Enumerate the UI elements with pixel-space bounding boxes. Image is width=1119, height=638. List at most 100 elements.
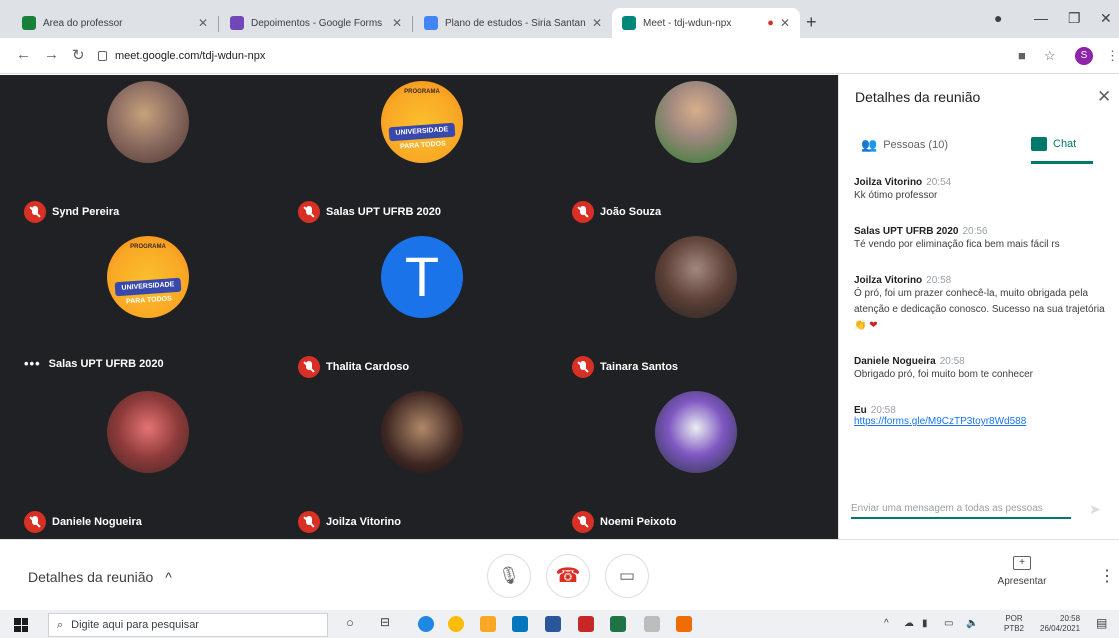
recording-icon: ● <box>767 17 774 29</box>
maximize-icon[interactable]: ❐ <box>1068 10 1081 27</box>
participant-initial-avatar: T <box>381 236 463 318</box>
logo-text: PROGRAMA <box>130 244 166 250</box>
participant-tile[interactable]: PROGRAMA UNIVERSIDADE PARA TODOS ••• Sal… <box>12 230 272 382</box>
cast-icon[interactable]: ■ <box>1018 48 1026 63</box>
forward-icon[interactable]: → <box>44 46 59 63</box>
message-time: 20:58 <box>926 275 952 286</box>
star-icon[interactable]: ☆ <box>1044 48 1056 64</box>
language-indicator[interactable]: POR PTB2 <box>1004 614 1024 634</box>
meet-icon <box>622 16 636 30</box>
edge-icon[interactable] <box>418 616 434 632</box>
file-explorer-icon[interactable] <box>480 616 496 632</box>
battery-icon[interactable]: ▭ <box>944 618 953 629</box>
meeting-details-label: Detalhes da reunião <box>28 569 154 585</box>
close-window-icon[interactable]: ✕ <box>1100 10 1112 27</box>
profile-dot-icon[interactable]: ● <box>994 10 1002 26</box>
participant-tile[interactable]: Daniele Nogueira <box>12 385 272 537</box>
close-tab-icon[interactable]: ✕ <box>780 16 790 30</box>
forms-icon <box>230 16 244 30</box>
muted-mic-icon <box>298 511 320 533</box>
participant-photo: PROGRAMA UNIVERSIDADE PARA TODOS <box>107 236 189 318</box>
message-time: 20:56 <box>962 226 988 237</box>
minimize-icon[interactable]: — <box>1034 10 1048 26</box>
chat-message: Salas UPT UFRB 2020 20:56 Té vendo por el… <box>854 226 1106 253</box>
participant-photo <box>107 81 189 163</box>
word-icon[interactable] <box>545 616 561 632</box>
app-icon[interactable] <box>644 616 660 632</box>
paint-icon[interactable] <box>676 616 692 632</box>
mail-icon[interactable] <box>512 616 528 632</box>
reload-icon[interactable]: ↻ <box>72 46 85 64</box>
participant-tile[interactable]: Joilza Vitorino <box>286 385 546 537</box>
present-label: Apresentar <box>997 576 1047 587</box>
browser-tab-bar: Área do professor ✕ Depoimentos - Google… <box>0 0 1119 38</box>
address-bar: ← → ↻ meet.google.com/tdj-wdun-npx ■ ☆ S… <box>0 38 1119 74</box>
menu-icon[interactable]: ⋮ <box>1106 48 1119 64</box>
tab-title: Área do professor <box>43 17 123 29</box>
participant-tile[interactable]: Noemi Peixoto <box>560 385 820 537</box>
participant-name: Synd Pereira <box>52 206 120 218</box>
participant-tile[interactable]: Synd Pereira <box>12 75 272 227</box>
hang-up-button[interactable]: ☎ <box>546 554 590 598</box>
os-taskbar: ⌕ Digite aqui para pesquisar ○ ⊟ ^ ☁ ▮ ▭… <box>0 610 1119 638</box>
message-link[interactable]: https://forms.gle/M9CzTP3toyr8Wd588 <box>854 416 1106 427</box>
send-icon[interactable]: ➤ <box>1089 501 1101 518</box>
microphone-button[interactable]: 🎙 <box>487 554 531 598</box>
chat-messages: Joilza Vitorino 20:54 Kk ótimo professor … <box>854 177 1106 467</box>
close-tab-icon[interactable]: ✕ <box>392 16 402 30</box>
excel-icon[interactable] <box>610 616 626 632</box>
profile-avatar[interactable]: S <box>1075 47 1093 65</box>
chrome-icon[interactable] <box>448 616 464 632</box>
participant-photo <box>655 81 737 163</box>
participant-tile[interactable]: Tainara Santos <box>560 230 820 382</box>
tab-plano-de-estudos[interactable]: Plano de estudos - Siria Santana ✕ <box>414 8 612 38</box>
logo-text: PROGRAMA <box>404 89 440 95</box>
volume-icon[interactable]: 🔈 <box>966 618 978 629</box>
call-controls-bar: Detalhes da reunião ^ 🎙 ☎ ▭ + Apresentar… <box>0 539 1119 610</box>
keyboard-layout: PTB2 <box>1004 624 1025 633</box>
muted-mic-icon <box>24 201 46 223</box>
tab-chat-label: Chat <box>1053 138 1077 150</box>
muted-mic-icon <box>298 356 320 378</box>
system-clock[interactable]: 20:58 26/04/2021 <box>1040 614 1080 634</box>
muted-mic-icon <box>572 201 594 223</box>
close-tab-icon[interactable]: ✕ <box>592 16 602 30</box>
onedrive-icon[interactable]: ☁ <box>904 618 914 629</box>
meeting-details-button[interactable]: Detalhes da reunião ^ <box>28 569 172 585</box>
message-text: Té vendo por eliminação fica bem mais fá… <box>854 239 1060 250</box>
participant-photo <box>107 391 189 473</box>
tab-people[interactable]: 👥 Pessoas (10) <box>861 137 948 153</box>
notifications-icon[interactable]: ▤ <box>1096 616 1107 630</box>
powerpoint-icon[interactable] <box>578 616 594 632</box>
present-button[interactable]: + Apresentar <box>987 556 1057 587</box>
more-options-icon[interactable]: ⋮ <box>1099 566 1115 586</box>
participant-tile[interactable]: T Thalita Cardoso <box>286 230 546 382</box>
back-icon[interactable]: ← <box>16 46 31 63</box>
new-tab-icon[interactable]: + <box>806 12 817 33</box>
windows-start-icon[interactable] <box>14 618 28 632</box>
tab-depoimentos[interactable]: Depoimentos - Google Forms ✕ <box>220 8 412 38</box>
network-icon[interactable]: ▮ <box>922 618 928 629</box>
participant-photo <box>655 236 737 318</box>
tab-meet[interactable]: Meet - tdj-wdun-npx ● ✕ <box>612 8 800 38</box>
close-tab-icon[interactable]: ✕ <box>198 16 208 30</box>
participant-tile[interactable]: João Souza <box>560 75 820 227</box>
url-text: meet.google.com/tdj-wdun-npx <box>115 50 266 62</box>
participant-photo <box>381 391 463 473</box>
tab-area-do-professor[interactable]: Área do professor ✕ <box>12 8 218 38</box>
taskbar-search[interactable]: ⌕ Digite aqui para pesquisar <box>48 613 328 637</box>
people-icon: 👥 <box>861 137 878 152</box>
participant-name: Salas UPT UFRB 2020 <box>326 206 441 218</box>
camera-button[interactable]: ▭ <box>605 554 649 598</box>
chat-input[interactable]: Enviar uma mensagem a todas as pessoas <box>851 497 1071 519</box>
chat-message: Joilza Vitorino 20:58 Ó pró, foi um praze… <box>854 275 1106 334</box>
chevron-up-icon[interactable]: ^ <box>884 618 889 629</box>
tab-chat[interactable]: Chat <box>1031 137 1076 151</box>
message-author: Joilza Vitorino <box>854 275 923 286</box>
cortana-icon[interactable]: ○ <box>346 615 354 630</box>
url-field[interactable]: meet.google.com/tdj-wdun-npx <box>98 44 998 68</box>
close-icon[interactable]: ✕ <box>1097 87 1111 107</box>
participant-tile[interactable]: PROGRAMA UNIVERSIDADE PARA TODOS Salas U… <box>286 75 546 227</box>
task-view-icon[interactable]: ⊟ <box>380 615 390 629</box>
tab-title: Plano de estudos - Siria Santana <box>445 17 586 29</box>
